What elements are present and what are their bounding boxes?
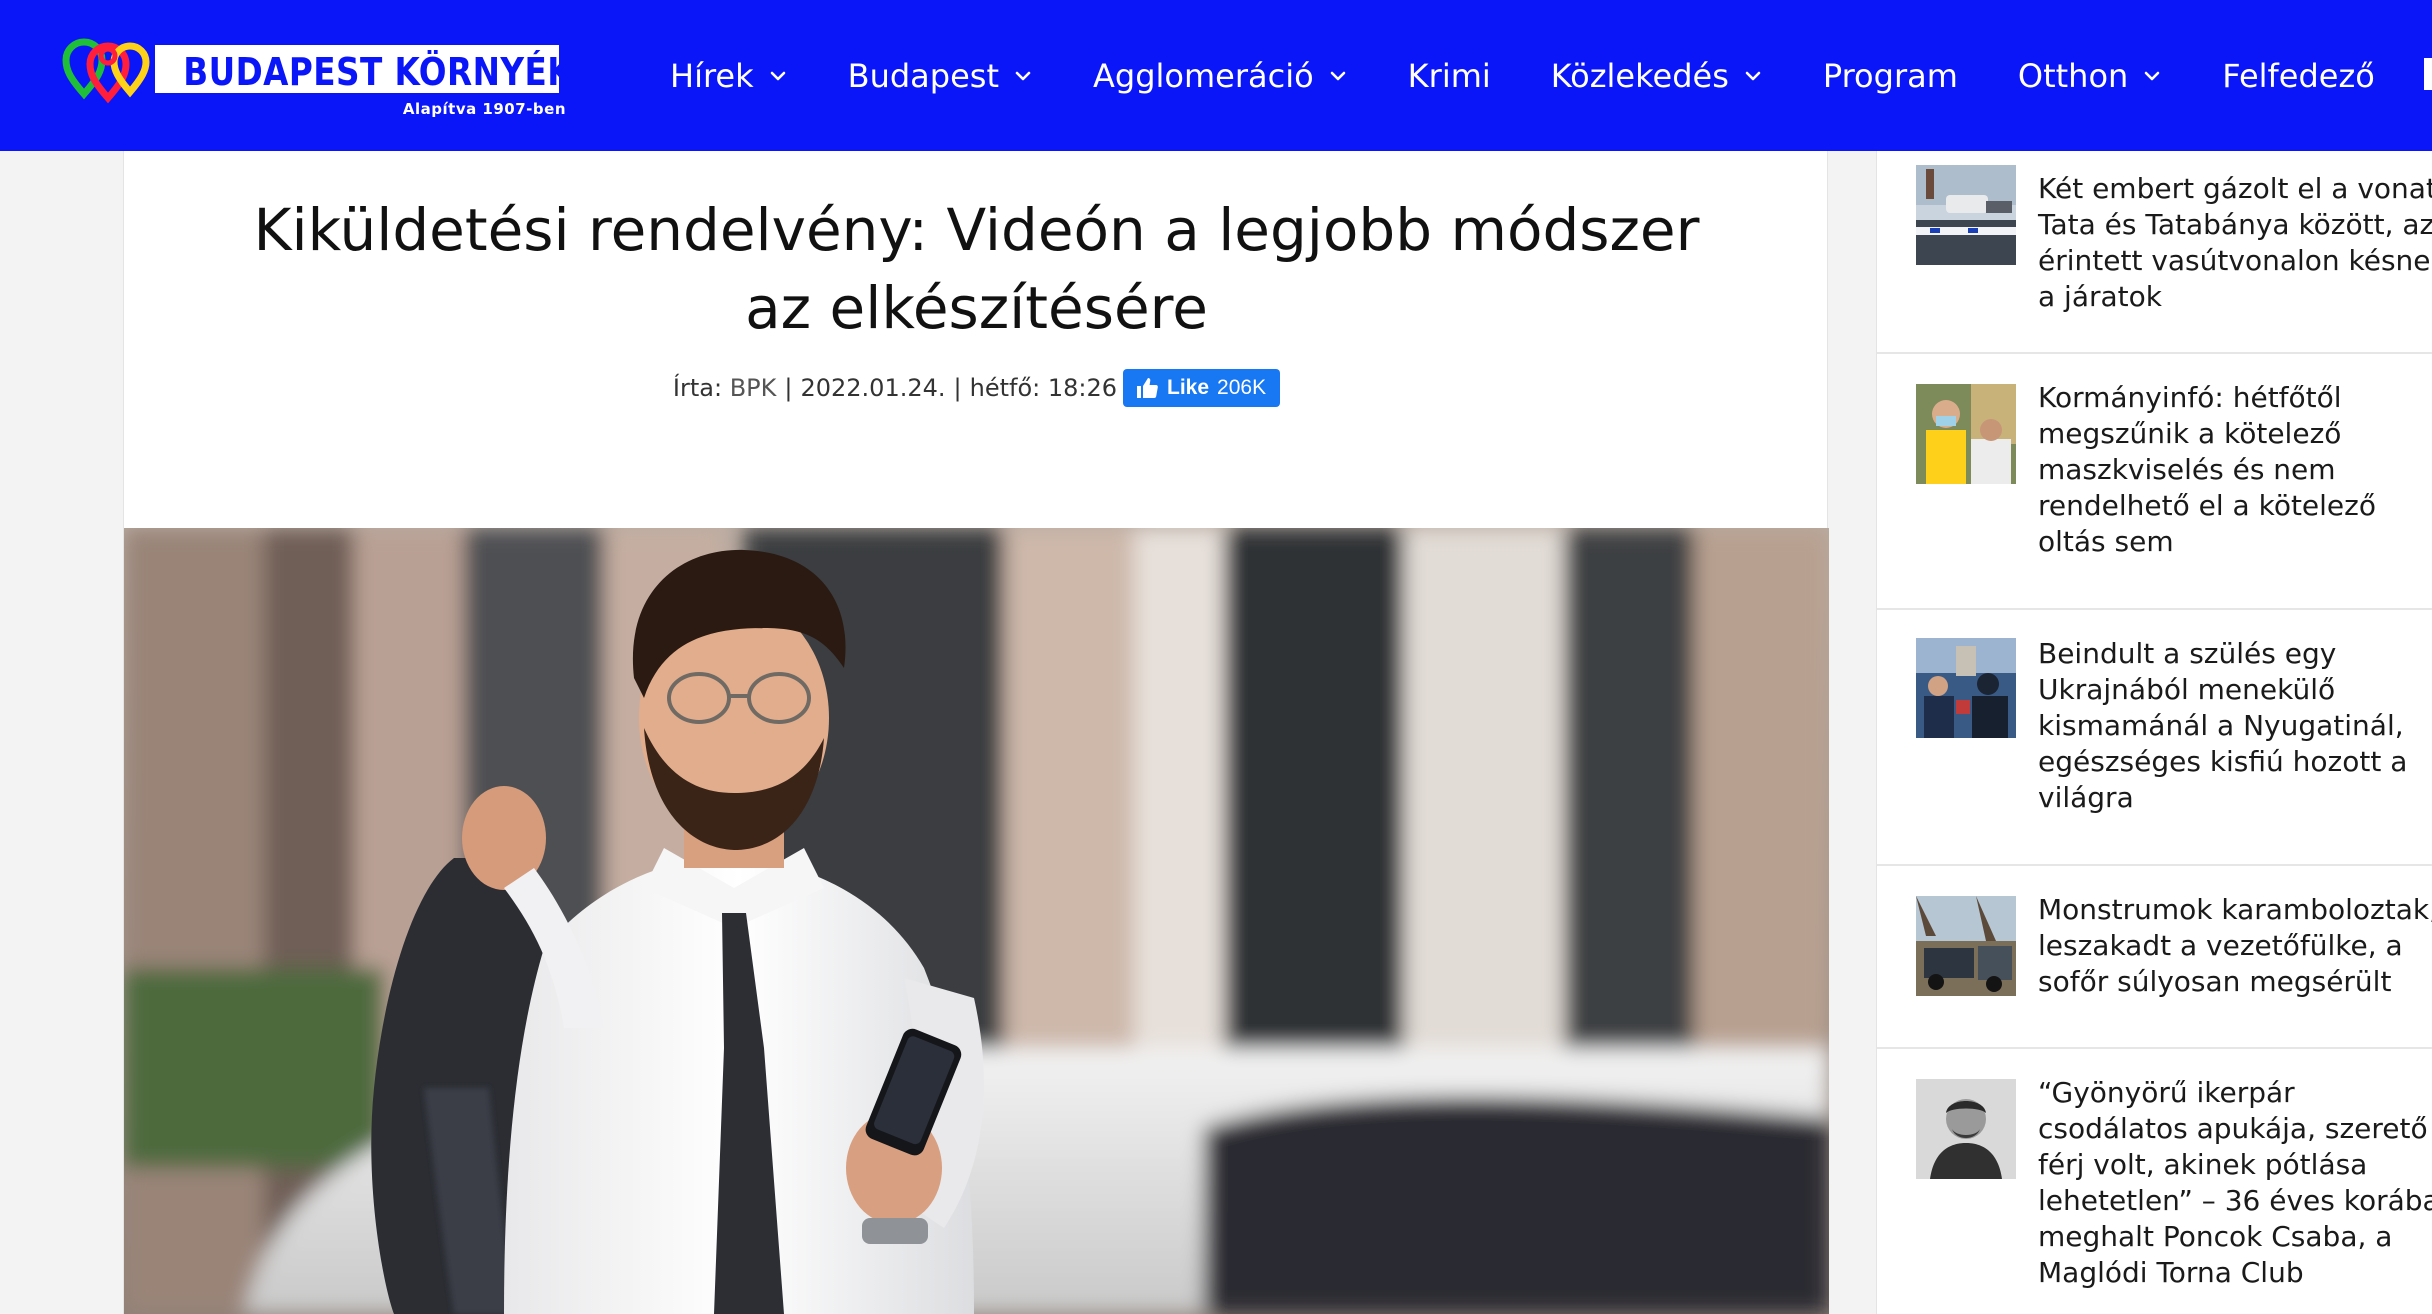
author-link[interactable]: BPK (730, 374, 777, 402)
nav-item-label: Felfedező (2222, 56, 2375, 95)
headline-line: Beindult a szülés egy (2038, 637, 2337, 670)
like-label: Like (1167, 376, 1210, 399)
headline-line: megszűnik a kötelező (2038, 417, 2342, 450)
station-crowd-photo (1916, 638, 2016, 738)
news-thumbnail[interactable] (1916, 1079, 2016, 1179)
news-item[interactable]: Beindult a szülés egy Ukrajnából menekül… (1877, 610, 2432, 866)
headline-line: lehetetlen” – 36 éves korában (2038, 1184, 2432, 1217)
nav-item-label: Közlekedés (1550, 56, 1729, 95)
headline-line: világra (2038, 781, 2134, 814)
logo-tagline: Alapítva 1907-ben (402, 100, 566, 118)
truck-crash-photo (1916, 896, 2016, 996)
nav-item-label: Program (1822, 56, 1958, 95)
chevron-down-icon[interactable] (2142, 66, 2162, 86)
nav-item-0[interactable]: Hírek (640, 0, 818, 151)
author-prefix: Írta: (672, 374, 723, 402)
nav-item-3[interactable]: Krimi (1378, 0, 1521, 151)
main-navigation: Hírek Budapest Agglomeráció Krimi Közlekedés… (640, 0, 2405, 151)
news-thumbnail[interactable] (1916, 638, 2016, 738)
businessman-photo (124, 528, 1829, 1314)
article-title: Kiküldetési rendelvény: Videón a legjobb… (253, 196, 1700, 342)
article-day-time: hétfő: 18:26 (969, 374, 1118, 402)
headline-line: férj volt, akinek pótlása (2038, 1148, 2368, 1181)
chevron-down-icon[interactable] (1328, 66, 1348, 86)
headline-line: Maglódi Torna Club (2038, 1256, 2304, 1289)
headline-line: sofőr súlyosan megsérült (2038, 965, 2392, 998)
nav-item-label: Budapest (847, 56, 999, 95)
headline-line: érintett vasútvonalon késnek (2038, 244, 2432, 277)
headline-line: a járatok (2038, 280, 2162, 313)
nav-item-6[interactable]: Otthon (1988, 0, 2192, 151)
news-item[interactable]: Két embert gázolt el a vonat Tata és Tat… (1877, 151, 2432, 354)
news-thumbnail[interactable] (1916, 384, 2016, 484)
news-headline[interactable]: Kormányinfó: hétfőtől megszűnik a kötele… (2038, 380, 2432, 560)
nav-item-5[interactable]: Program (1793, 0, 1988, 151)
headline-line: oltás sem (2038, 525, 2174, 558)
headline-line: Tata és Tatabánya között, az (2038, 208, 2432, 241)
headline-line: egészséges kisfiú hozott a (2038, 745, 2408, 778)
portrait-photo (1916, 1079, 2016, 1179)
logo-wordmark-box: BUDAPEST KÖRNYÉKE (152, 42, 596, 96)
map-pins-icon (62, 38, 150, 104)
news-item[interactable]: “Gyönyörű ikerpár csodálatos apukája, sz… (1877, 1049, 2432, 1314)
news-headline[interactable]: Monstrumok karamboloztak, leszakadt a ve… (2038, 892, 2432, 1000)
article-meta: Írta: BPK | 2022.01.24. | hétfő: 18:26 L… (124, 369, 1829, 407)
headline-line: Két embert gázolt el a vonat (2038, 172, 2432, 205)
headline-line: Ukrajnából menekülő (2038, 673, 2336, 706)
headline-line: leszakadt a vezetőfülke, a (2038, 929, 2403, 962)
headline-line: maszkviselés és nem (2038, 453, 2336, 486)
headline-line: meghalt Poncok Csaba, a (2038, 1220, 2393, 1253)
article-container: Kiküldetési rendelvény: Videón a legjobb… (123, 151, 1829, 1314)
like-count: 206K (1217, 376, 1267, 399)
chevron-down-icon[interactable] (1013, 66, 1033, 86)
chevron-down-icon[interactable] (768, 66, 788, 86)
headline-line: csodálatos apukája, szerető (2038, 1112, 2428, 1145)
headline-line: rendelhető el a kötelező (2038, 489, 2376, 522)
nav-item-label: Otthon (2017, 56, 2129, 95)
nav-item-1[interactable]: Budapest (818, 0, 1063, 151)
nav-item-2[interactable]: Agglomeráció (1063, 0, 1378, 151)
news-thumbnail[interactable] (1916, 165, 2016, 265)
news-item[interactable]: Monstrumok karamboloztak, leszakadt a ve… (1877, 866, 2432, 1049)
nav-item-7[interactable]: Felfedező (2192, 0, 2405, 151)
sidebar-recent-news: Két embert gázolt el a vonat Tata és Tat… (1876, 151, 2432, 1314)
nav-item-4[interactable]: Közlekedés (1521, 0, 1793, 151)
news-headline[interactable]: “Gyönyörű ikerpár csodálatos apukája, sz… (2038, 1075, 2432, 1291)
facebook-like-button[interactable]: Like 206K (1123, 369, 1281, 407)
site-header: BUDAPEST KÖRNYÉKE Alapítva 1907-ben Híre… (0, 0, 2432, 151)
headline-line: Monstrumok karamboloztak, (2038, 893, 2432, 926)
meta-separator: | (953, 374, 962, 402)
crowd-masks-photo (1916, 384, 2016, 484)
meta-separator: | (784, 374, 793, 402)
headline-line: “Gyönyörű ikerpár (2038, 1076, 2295, 1109)
news-headline[interactable]: Beindult a szülés egy Ukrajnából menekül… (2038, 636, 2432, 816)
headline-line: kismamánál a Nyugatinál, (2038, 709, 2404, 742)
site-logo[interactable]: BUDAPEST KÖRNYÉKE Alapítva 1907-ben (60, 34, 596, 120)
nav-item-label: Krimi (1407, 56, 1491, 95)
police-scene-photo (1916, 165, 2016, 265)
nav-item-label: Agglomeráció (1093, 56, 1314, 95)
nav-item-label: Hírek (670, 56, 754, 95)
logo-wordmark: BUDAPEST KÖRNYÉKE (183, 50, 596, 94)
headline-line: Kormányinfó: hétfőtől (2038, 381, 2342, 414)
news-thumbnail[interactable] (1916, 896, 2016, 996)
news-item[interactable]: Kormányinfó: hétfőtől megszűnik a kötele… (1877, 354, 2432, 610)
hero-image (124, 528, 1829, 1314)
thumbs-up-icon (1137, 378, 1158, 398)
article-date: 2022.01.24. (800, 374, 946, 402)
chevron-down-icon[interactable] (1743, 66, 1763, 86)
nav-overflow-indicator (2424, 58, 2432, 90)
news-headline[interactable]: Két embert gázolt el a vonat Tata és Tat… (2038, 171, 2432, 315)
